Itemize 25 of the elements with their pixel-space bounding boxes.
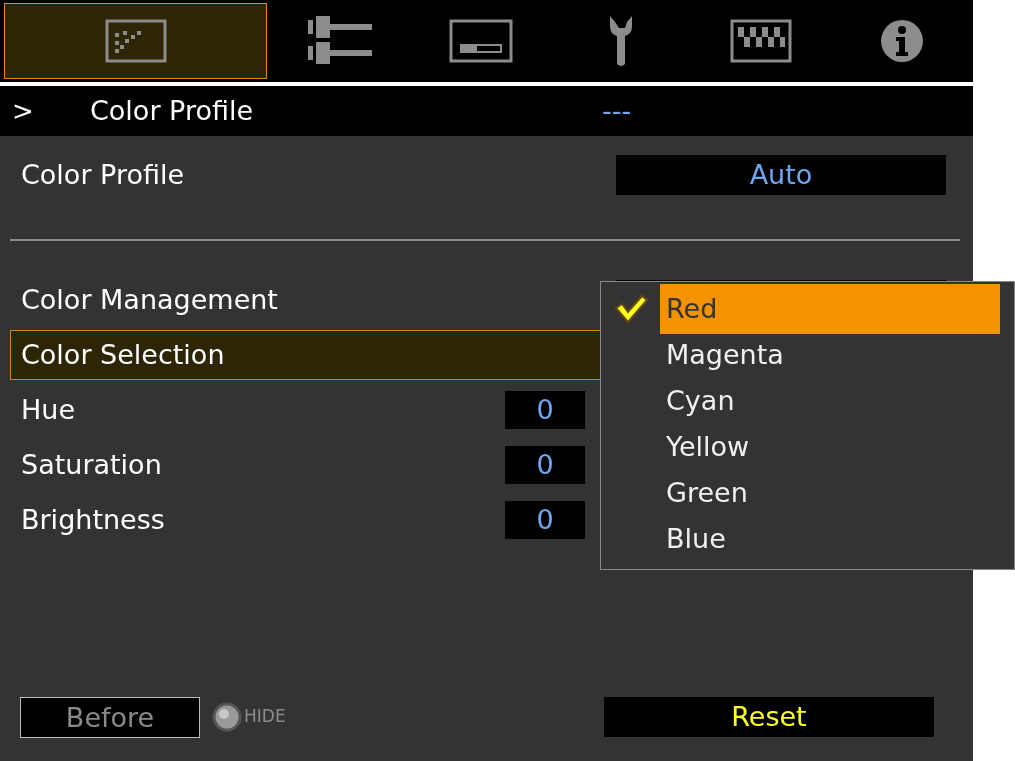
value-field[interactable]: 0 [505,446,585,484]
sliders-icon [308,16,373,66]
value-field[interactable]: Auto [616,155,946,195]
menu-tab[interactable] [4,3,267,79]
value-field[interactable]: 0 [505,391,585,429]
setting-label: Saturation [21,447,162,482]
info-icon [879,19,924,63]
value-field[interactable]: 0 [505,501,585,539]
section-title: Color Profile [90,93,255,128]
setting-label: Color Management [21,282,278,317]
hide-label: HIDE [244,705,286,729]
reset-button[interactable]: Reset [604,697,934,737]
setting-label: Brightness [21,502,165,537]
display-grid-icon [104,19,167,63]
wrench-icon [607,14,635,68]
setting-label: Color Selection [21,337,225,372]
section-value: --- [602,93,632,128]
setting-label: Hue [21,392,76,427]
before-button[interactable]: Before [20,696,200,738]
screen-bar-icon [448,19,513,63]
grid-pattern-icon [730,19,793,63]
setting-label: Color Profile [21,157,185,192]
toggle-knob-icon [212,702,242,732]
breadcrumb-marker: > [11,94,35,128]
dropdown-option[interactable]: Red [660,284,1000,334]
